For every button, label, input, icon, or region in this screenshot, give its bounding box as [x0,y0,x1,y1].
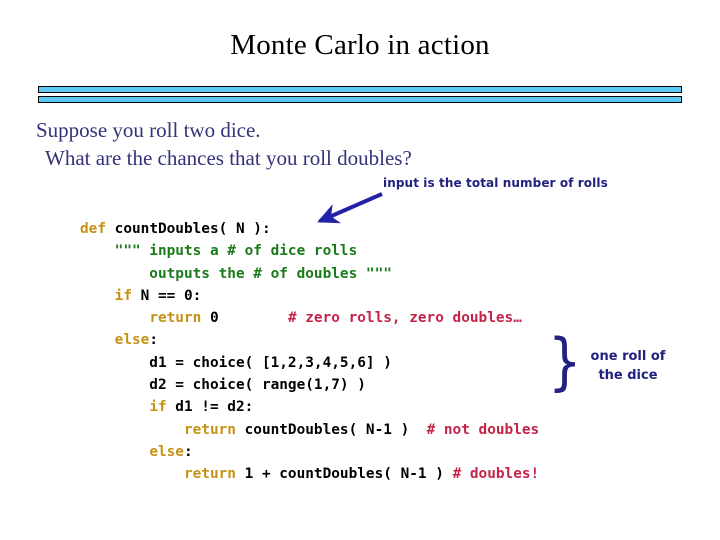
prose-line-2: What are the chances that you roll doubl… [45,145,412,170]
code-token-kw: return [183,466,236,483]
code-token-id: 1 + countDoubles( N-1 ) [235,466,453,483]
code-token-id [80,399,149,415]
code-token-id [80,422,184,438]
slide: Monte Carlo in action Suppose you roll t… [0,0,720,540]
code-token-id [80,444,149,460]
code-token-id: : [149,332,158,349]
code-token-kw: def [80,221,106,237]
page-title: Monte Carlo in action [230,29,490,61]
code-token-kw: else [114,332,150,349]
annotation-one-roll: one roll of the dice [578,348,678,386]
prose-line-1: Suppose you roll two dice. [36,118,261,142]
code-token-id: d1 = choice( [1,2,3,4,5,6] ) [80,354,392,371]
code-line: return countDoubles( N-1 ) # not doubles [80,419,539,441]
code-line: return 0 # zero rolls, zero doubles… [80,307,539,329]
code-token-kw: else [149,443,184,460]
code-token-id: d1 != d2: [166,399,254,416]
code-line: if d1 != d2: [80,396,539,418]
code-token-com: # doubles! [452,466,540,483]
divider-bar-bottom [38,96,682,103]
code-token-id [80,288,115,304]
code-token-id [80,332,115,348]
code-token-id: countDoubles( N-1 ) [235,421,427,438]
title-divider [38,86,682,103]
code-line: return 1 + countDoubles( N-1 ) # doubles… [80,463,539,485]
code-line: if N == 0: [80,285,539,307]
code-token-kw: return [183,421,236,438]
code-line: outputs the # of doubles """ [80,263,539,285]
code-token-id: N == 0: [131,287,202,304]
code-token-str: """ inputs a # of dice rolls [80,243,358,260]
code-line: def countDoubles( N ): [80,218,539,240]
code-token-id: d2 = choice( range(1,7) ) [80,377,366,394]
code-token-id: : [183,443,193,460]
code-line: else: [80,441,539,463]
code-line: d2 = choice( range(1,7) ) [80,374,539,396]
code-token-kw: return [149,310,202,327]
annotation-one-roll-line-1: one roll of [590,349,666,364]
code-token-id: 0 [201,310,288,327]
code-line: """ inputs a # of dice rolls [80,240,539,262]
annotation-input-note: input is the total number of rolls [383,176,608,190]
prose-block: Suppose you roll two dice. What are the … [36,117,636,172]
brace-icon: } [548,325,582,398]
divider-bar-top [38,86,682,93]
code-token-id [80,466,184,482]
code-token-id [80,310,149,326]
annotation-one-roll-line-2: the dice [598,367,658,383]
code-token-com: # not doubles [426,421,540,438]
code-line: else: [80,329,539,351]
code-token-id: countDoubles( N ): [106,221,271,237]
code-block: def countDoubles( N ): """ inputs a # of… [80,218,539,486]
code-line: d1 = choice( [1,2,3,4,5,6] ) [80,352,539,374]
code-token-kw: if [114,287,132,304]
code-token-kw: if [149,399,167,416]
code-token-com: # zero rolls, zero doubles… [287,310,522,327]
code-token-str: outputs the # of doubles """ [80,265,392,282]
